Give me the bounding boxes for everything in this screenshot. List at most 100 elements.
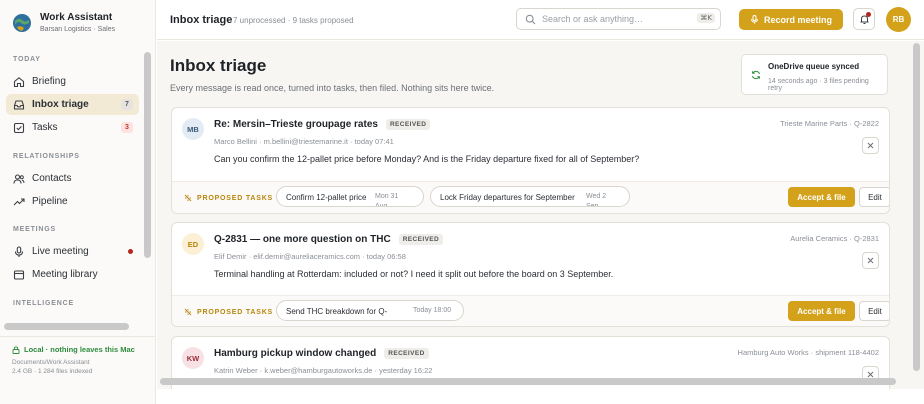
sender-avatar: ED	[182, 233, 204, 255]
microphone-icon	[14, 245, 24, 257]
globe-logo-icon	[13, 14, 31, 32]
close-icon	[867, 257, 874, 264]
section-label-intelligence: INTELLIGENCE	[13, 300, 74, 307]
task-due: Wed 2 Sep	[586, 193, 607, 207]
sparkle-icon	[184, 194, 192, 202]
message-body: Terminal handling at Rotterdam: included…	[214, 269, 614, 279]
topbar: Inbox triage 7 unprocessed · 9 tasks pro…	[157, 0, 924, 40]
message-reference: Trieste Marine Parts · Q-2822	[780, 119, 879, 128]
section-label-meetings: MEETINGS	[13, 226, 56, 233]
message-card[interactable]: ED Q-2831 — one more question on THC RECE…	[171, 222, 890, 327]
tasks-count-badge: 3	[121, 122, 133, 133]
sidebar-item-label: Meeting library	[32, 269, 98, 280]
sidebar-item-pipeline[interactable]: Pipeline	[6, 191, 139, 212]
accept-file-button[interactable]: Accept & file	[788, 301, 855, 321]
microphone-icon	[751, 15, 758, 24]
shortcut-hint: ⌘K	[697, 13, 715, 23]
search-icon	[525, 14, 536, 24]
sidebar-nav: TODAY Briefing Inbox triage 7 Tasks 3 RE…	[0, 46, 143, 316]
status-badge: RECEIVED	[398, 234, 444, 245]
record-meeting-button[interactable]: Record meeting	[739, 9, 843, 30]
brand-name: Work Assistant	[40, 12, 113, 23]
main-content: Inbox triage Every message is read once,…	[157, 41, 924, 389]
message-sender: Elif Demir · elif.demir@aureliaceramics.…	[214, 252, 406, 261]
inbox-icon	[13, 99, 25, 110]
local-storage-status: Local · nothing leaves this Mac Document…	[0, 336, 156, 388]
trend-icon	[13, 197, 25, 205]
proposed-tasks-bar: PROPOSED TASKS Confirm 12-pallet price M…	[172, 181, 889, 213]
header-title: Inbox triage	[170, 14, 233, 26]
task-title: Confirm 12-pallet price	[286, 193, 367, 202]
sidebar-horizontal-scrollbar[interactable]	[4, 323, 129, 330]
sidebar-item-inbox-triage[interactable]: Inbox triage 7	[6, 94, 139, 115]
proposed-tasks-label: PROPOSED TASKS	[184, 194, 273, 202]
sparkle-icon	[184, 308, 192, 316]
message-subject: Re: Mersin–Trieste groupage rates RECEIVE…	[214, 119, 431, 130]
sync-title: OneDrive queue synced	[768, 62, 860, 71]
header-subtitle: 7 unprocessed · 9 tasks proposed	[233, 16, 354, 25]
sidebar-vertical-scrollbar[interactable]	[144, 52, 151, 258]
proposed-tasks-bar: PROPOSED TASKS Send THC breakdown for Q-…	[172, 295, 889, 326]
edit-button[interactable]: Edit	[859, 301, 889, 321]
sender-avatar: MB	[182, 118, 204, 140]
message-subject: Hamburg pickup window changed RECEIVED	[214, 348, 429, 359]
close-icon	[867, 371, 874, 378]
sidebar-item-contacts[interactable]: Contacts	[6, 168, 139, 189]
brand[interactable]: Work Assistant Barsan Logistics · Sales	[12, 12, 152, 40]
section-label-today: TODAY	[13, 56, 41, 63]
sidebar-item-label: Live meeting	[32, 246, 89, 257]
sidebar-item-label: Pipeline	[32, 196, 68, 207]
message-reference: Hamburg Auto Works · shipment 118-4402	[737, 348, 879, 357]
search-placeholder: Search or ask anything…	[542, 14, 644, 24]
record-meeting-label: Record meeting	[763, 14, 832, 25]
sidebar-item-label: Contacts	[32, 173, 72, 184]
inbox-count-badge: 7	[121, 99, 133, 110]
dismiss-button[interactable]	[862, 252, 879, 269]
task-chip[interactable]: Confirm 12-pallet price Mon 31 Aug	[276, 186, 424, 207]
task-due: Today 18:00	[413, 307, 452, 314]
page-title: Inbox triage	[170, 56, 267, 75]
task-title: Send THC breakdown for Q-2831	[286, 307, 388, 320]
main-vertical-scrollbar[interactable]	[913, 43, 920, 371]
sidebar: Work Assistant Barsan Logistics · Sales …	[0, 0, 156, 404]
local-label: Local · nothing leaves this Mac	[24, 345, 135, 354]
sidebar-item-meeting-library[interactable]: Meeting library	[6, 264, 139, 285]
section-label-relationships: RELATIONSHIPS	[13, 153, 80, 160]
user-avatar[interactable]: RB	[886, 7, 911, 32]
close-icon	[867, 142, 874, 149]
task-title: Lock Friday departures for September	[440, 193, 575, 202]
proposed-tasks-label: PROPOSED TASKS	[184, 308, 273, 316]
accept-file-button[interactable]: Accept & file	[788, 187, 855, 207]
live-indicator	[128, 249, 133, 254]
checkbox-icon	[13, 122, 25, 133]
lock-icon	[12, 345, 20, 354]
refresh-icon	[752, 70, 760, 80]
dismiss-button[interactable]	[862, 137, 879, 154]
home-icon	[13, 76, 25, 87]
page-subtitle: Every message is read once, turned into …	[170, 83, 495, 93]
local-stats: 2.4 GB · 1 284 files indexed	[12, 368, 93, 375]
library-icon	[13, 269, 25, 280]
status-badge: RECEIVED	[384, 348, 429, 359]
search-input[interactable]: Search or ask anything… ⌘K	[516, 8, 721, 30]
sidebar-item-tasks[interactable]: Tasks 3	[6, 117, 139, 138]
message-sender: Marco Bellini · m.bellini@triestemarine.…	[214, 137, 394, 146]
message-subject: Q-2831 — one more question on THC RECEIVE…	[214, 234, 444, 245]
message-body: Can you confirm the 12-pallet price befo…	[214, 154, 640, 164]
notification-dot	[866, 12, 871, 17]
sidebar-item-briefing[interactable]: Briefing	[6, 71, 139, 92]
sidebar-item-label: Briefing	[32, 76, 66, 87]
people-icon	[13, 173, 25, 184]
sender-avatar: KW	[182, 347, 204, 369]
message-card[interactable]: MB Re: Mersin–Trieste groupage rates RECE…	[171, 107, 890, 214]
brand-org: Barsan Logistics · Sales	[40, 26, 116, 33]
task-chip[interactable]: Lock Friday departures for September Wed…	[430, 186, 630, 207]
local-path: Documents/Work Assistant	[12, 359, 90, 366]
sidebar-item-label: Tasks	[32, 122, 58, 133]
status-badge: RECEIVED	[385, 119, 431, 130]
task-chip[interactable]: Send THC breakdown for Q-2831 Today 18:0…	[276, 300, 464, 321]
notifications-button[interactable]	[853, 8, 875, 30]
main-horizontal-scrollbar[interactable]	[160, 378, 896, 385]
edit-button[interactable]: Edit	[859, 187, 889, 207]
sidebar-item-live-meeting[interactable]: Live meeting	[6, 241, 139, 262]
